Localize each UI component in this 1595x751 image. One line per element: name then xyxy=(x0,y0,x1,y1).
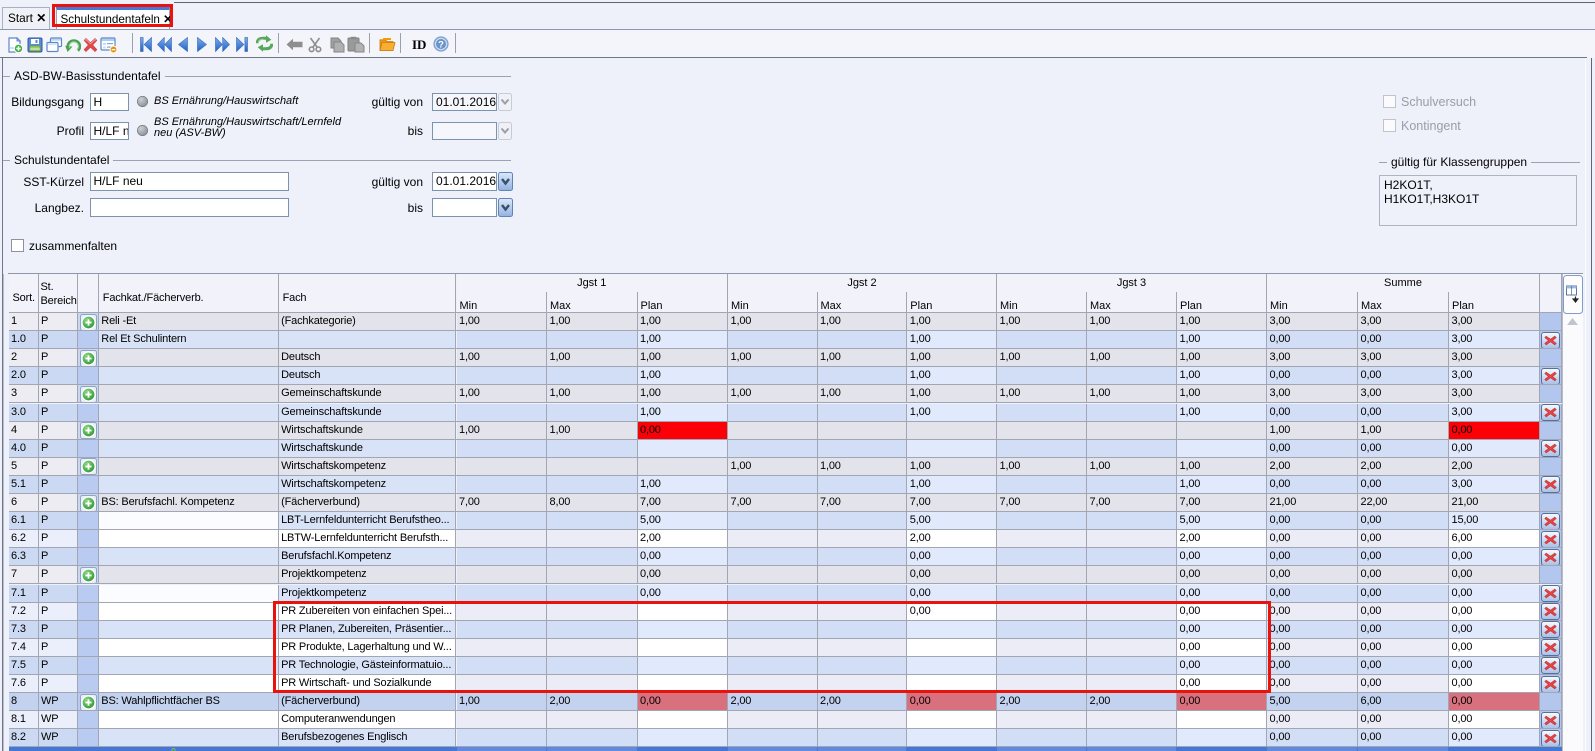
svg-text:?: ? xyxy=(438,40,444,51)
